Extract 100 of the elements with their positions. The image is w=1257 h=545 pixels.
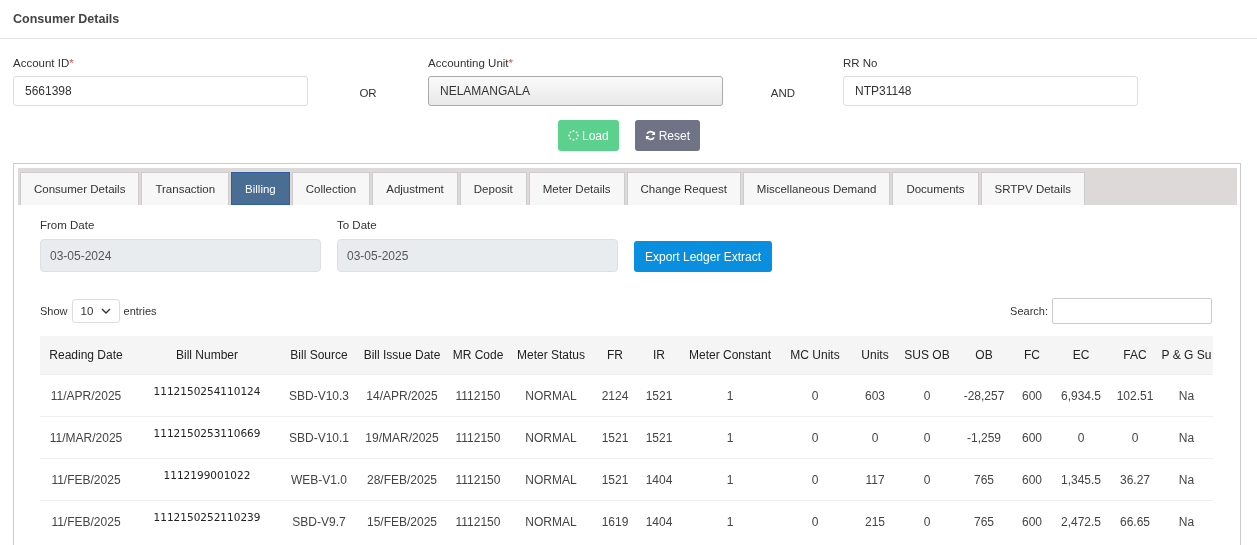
table-cell: 1112150 [448,374,508,417]
search-field[interactable] [1052,298,1212,324]
tab[interactable]: Billing [231,172,290,205]
table-cell: 2,472.5 [1052,500,1110,542]
table-cell: 1 [682,458,778,501]
input-field[interactable]: 5661398 [13,76,308,106]
table-cell: 0 [1052,416,1110,459]
column-header: EC [1052,336,1110,375]
date-field[interactable]: 03-05-2024 [40,239,321,272]
connector-label: OR [358,87,378,101]
table-cell: Na [1160,374,1213,417]
table-cell: 600 [1012,458,1052,501]
table-cell: SBD-V10.1 [282,416,356,459]
table-cell: NORMAL [508,458,594,501]
table-cell: Na [1160,458,1213,501]
tab[interactable]: Meter Details [528,172,625,205]
field-label: To Date [337,219,378,231]
table-cell: SBD-V9.7 [282,500,356,542]
table-cell: 1112150252110239 [132,500,282,542]
table-cell: SBD-V10.3 [282,374,356,417]
table-cell: 0 [898,500,956,542]
tab[interactable]: Collection [291,172,371,205]
table-cell: NORMAL [508,416,594,459]
table-cell: 0 [1110,416,1160,459]
table-cell: 1521 [636,374,682,417]
table-cell: 1521 [594,458,636,501]
search-label: Search: [1010,305,1048,317]
tab[interactable]: Deposit [459,172,527,205]
tab[interactable]: Miscellaneous Demand [742,172,891,205]
table-cell: 1404 [636,500,682,542]
table-cell: 0 [778,416,852,459]
table-cell: 0 [778,374,852,417]
table-cell: 66.65 [1110,500,1160,542]
input-field[interactable]: NTP31148 [843,76,1138,106]
table-cell: 11/MAR/2025 [40,416,132,459]
input-field[interactable]: NELAMANGALA [428,76,723,106]
table-cell: -1,259 [956,416,1012,459]
table-cell: 11/FEB/2025 [40,500,132,542]
show-label: Show [40,305,68,317]
table-cell: NORMAL [508,374,594,417]
page-size-select[interactable]: 10 [71,299,120,323]
column-header: FAC [1110,336,1160,375]
chevron-down-icon [100,308,111,314]
table-cell: 102.51 [1110,374,1160,417]
table-cell: 15/FEB/2025 [356,500,448,542]
reset-button[interactable]: Reset [634,120,701,151]
table-cell: 19/MAR/2025 [356,416,448,459]
table-cell: 603 [852,374,898,417]
field-label: Accounting Unit* [428,57,515,69]
table-cell: 1 [682,374,778,417]
table-cell: 1521 [636,416,682,459]
column-header: P & G Su [1160,336,1213,375]
table-cell: 1521 [594,416,636,459]
table-cell: 1112150 [448,500,508,542]
field-label: From Date [40,219,96,231]
column-header: Units [852,336,898,375]
column-header: Bill Source [282,336,356,375]
table-cell: 1 [682,500,778,542]
tab[interactable]: Adjustment [372,172,458,205]
column-header: FC [1012,336,1052,375]
tab[interactable]: Documents [892,172,979,205]
table-cell: 1112150253110669 [132,416,282,459]
table-cell: 1,345.5 [1052,458,1110,501]
tab[interactable]: SRTPV Details [980,172,1086,205]
tab[interactable]: Change Request [626,172,741,205]
entries-label: entries [123,305,157,317]
table-cell: 600 [1012,374,1052,417]
table-cell: -28,257 [956,374,1012,417]
table-cell: 765 [956,458,1012,501]
column-header: IR [636,336,682,375]
column-header: Reading Date [40,336,132,375]
table-cell: Na [1160,416,1213,459]
spinner-icon [568,130,579,141]
table-cell: 1619 [594,500,636,542]
column-header: Meter Status [508,336,594,375]
table-cell: 11/APR/2025 [40,374,132,417]
table-cell: 0 [778,500,852,542]
table-cell: 11/FEB/2025 [40,458,132,501]
column-header: SUS OB [898,336,956,375]
table-cell: 1112150254110124 [132,374,282,417]
refresh-icon [644,130,656,141]
table-cell: 28/FEB/2025 [356,458,448,501]
tab[interactable]: Consumer Details [20,172,140,205]
table-cell: WEB-V1.0 [282,458,356,501]
table-cell: 765 [956,500,1012,542]
table-cell: 2124 [594,374,636,417]
field-label: RR No [843,57,879,69]
field-label: Account ID* [13,57,75,69]
table-cell: 6,934.5 [1052,374,1110,417]
date-field[interactable]: 03-05-2025 [337,239,618,272]
column-header: MC Units [778,336,852,375]
connector-label: AND [769,87,797,101]
table-cell: 600 [1012,500,1052,542]
table-cell: 0 [852,416,898,459]
table-cell: 1112150 [448,458,508,501]
column-header: Bill Issue Date [356,336,448,375]
table-cell: 36.27 [1110,458,1160,501]
tab[interactable]: Transaction [141,172,230,205]
page-title: Consumer Details [13,12,120,26]
table-cell: 600 [1012,416,1052,459]
